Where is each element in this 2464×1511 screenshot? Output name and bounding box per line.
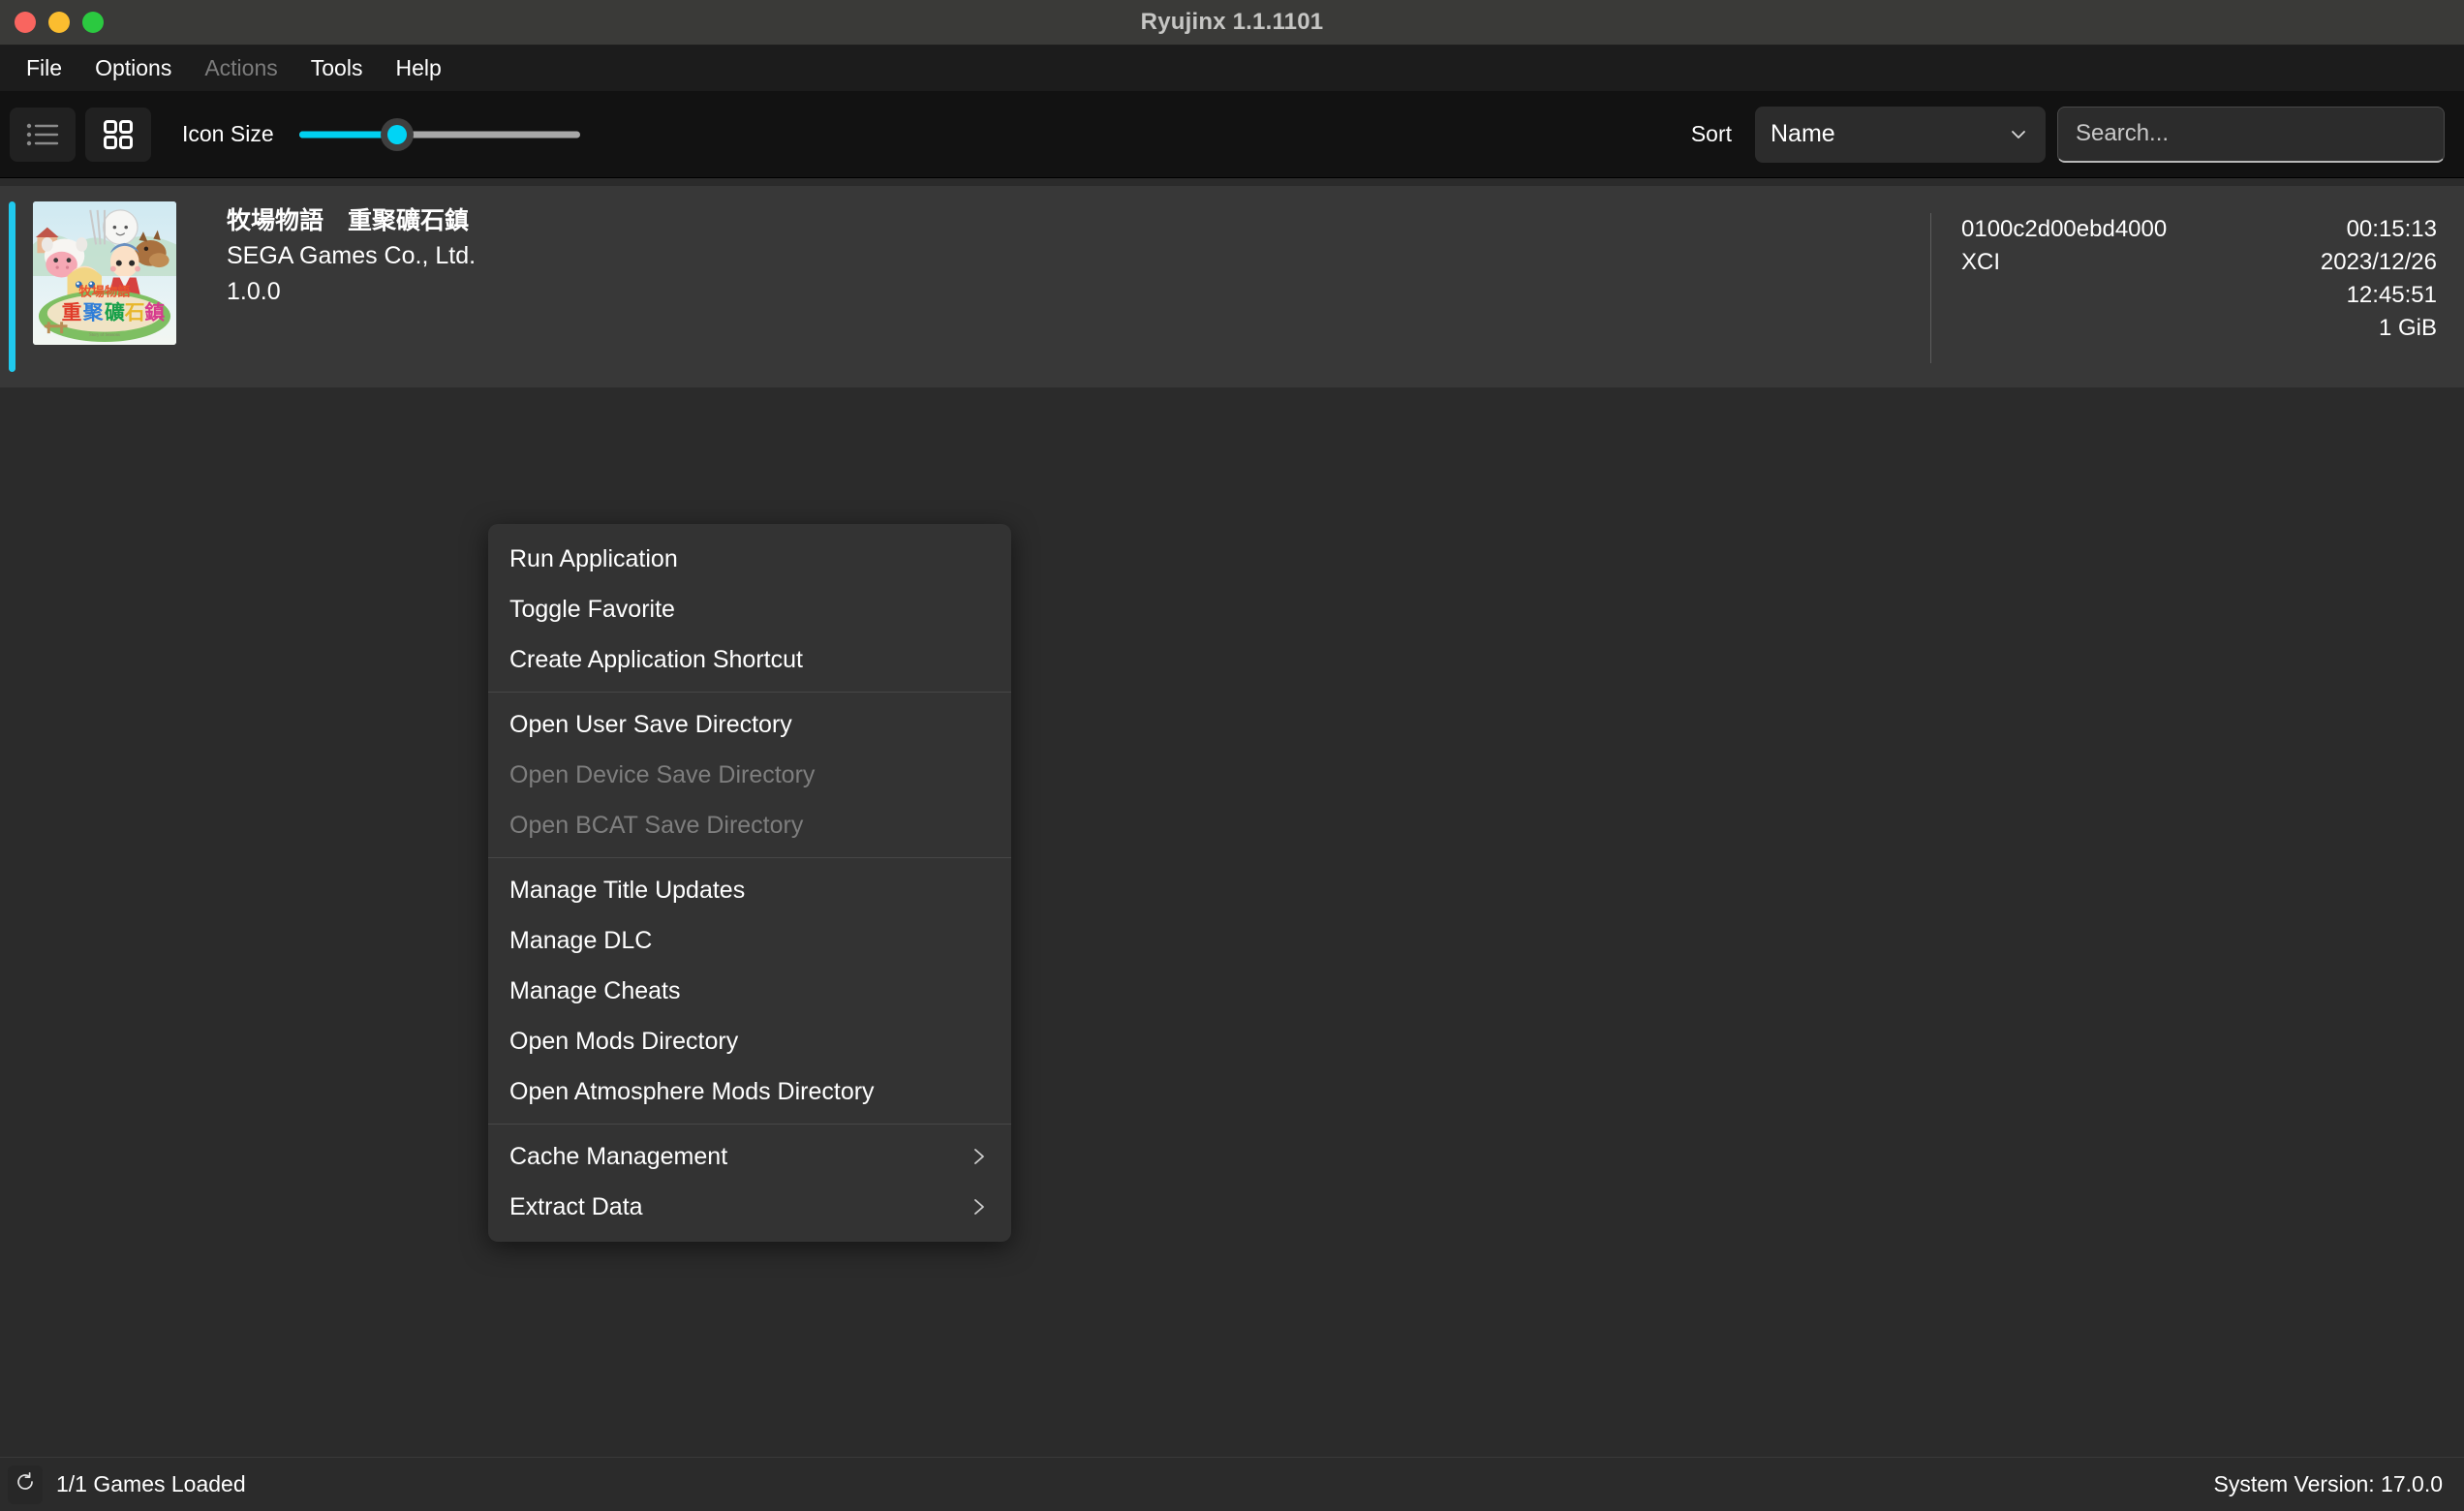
menu-item-label: Open Mods Directory — [509, 1028, 738, 1056]
title-bar: Ryujinx 1.1.1101 — [0, 0, 2464, 46]
close-button[interactable] — [15, 12, 36, 33]
menu-item-run-application[interactable]: Run Application — [488, 534, 1011, 584]
context-menu-group-2: Open User Save Directory Open Device Sav… — [488, 695, 1011, 854]
svg-text:Story of Seasons: Story of Seasons — [89, 333, 120, 338]
menu-item-open-mods-directory[interactable]: Open Mods Directory — [488, 1016, 1011, 1066]
grid-view-icon — [104, 120, 133, 149]
svg-text:牧場物語: 牧場物語 — [78, 284, 131, 299]
game-title-id: 0100c2d00ebd4000 — [1961, 213, 2167, 246]
menu-item-label: Create Application Shortcut — [509, 646, 803, 674]
menu-file[interactable]: File — [10, 49, 78, 87]
game-time-played: 00:15:13 — [2347, 213, 2437, 246]
sort-label: Sort — [1691, 121, 1732, 147]
table-row[interactable]: 牧場物語 重 聚 礦 石 鎮 Story of Seasons 牧場物語 重聚礦… — [0, 186, 2464, 387]
game-list: 牧場物語 重 聚 礦 石 鎮 Story of Seasons 牧場物語 重聚礦… — [0, 178, 2464, 1457]
menu-bar: File Options Actions Tools Help — [0, 46, 2464, 91]
window-title: Ryujinx 1.1.1101 — [0, 0, 2464, 45]
game-last-played-date: 2023/12/26 — [2321, 246, 2437, 279]
refresh-button[interactable] — [8, 1465, 43, 1504]
games-loaded-label: 1/1 Games Loaded — [56, 1471, 246, 1497]
menu-item-create-application-shortcut[interactable]: Create Application Shortcut — [488, 634, 1011, 685]
app-window: Ryujinx 1.1.1101 File Options Actions To… — [0, 0, 2464, 1511]
menu-item-label: Manage Cheats — [509, 977, 681, 1005]
menu-separator — [488, 857, 1011, 858]
menu-item-label: Manage DLC — [509, 927, 652, 955]
chevron-down-icon — [2009, 125, 2028, 144]
menu-item-manage-title-updates[interactable]: Manage Title Updates — [488, 865, 1011, 915]
svg-text:石: 石 — [124, 302, 145, 324]
menu-item-manage-dlc[interactable]: Manage DLC — [488, 915, 1011, 966]
chevron-right-icon — [969, 1146, 990, 1167]
menu-item-open-device-save-directory: Open Device Save Directory — [488, 750, 1011, 800]
menu-item-label: Manage Title Updates — [509, 877, 745, 905]
menu-help[interactable]: Help — [379, 49, 457, 87]
menu-item-label: Open User Save Directory — [509, 711, 792, 739]
menu-item-label: Extract Data — [509, 1193, 643, 1221]
toolbar: Icon Size Sort Name — [0, 91, 2464, 178]
menu-item-label: Cache Management — [509, 1143, 727, 1171]
svg-text:聚: 聚 — [82, 301, 104, 324]
svg-text:鎮: 鎮 — [144, 300, 165, 324]
svg-text:重: 重 — [62, 301, 82, 324]
list-view-button[interactable] — [10, 108, 76, 162]
icon-size-slider[interactable] — [299, 115, 580, 154]
menu-item-label: Run Application — [509, 545, 678, 573]
game-file-ext: XCI — [1961, 246, 2167, 279]
list-view-icon — [26, 122, 59, 147]
menu-item-open-atmosphere-mods-directory[interactable]: Open Atmosphere Mods Directory — [488, 1066, 1011, 1117]
row-divider — [1930, 213, 1931, 363]
game-ids: 0100c2d00ebd4000 XCI — [1961, 213, 2167, 279]
grid-view-button[interactable] — [85, 108, 151, 162]
menu-item-label: Open Atmosphere Mods Directory — [509, 1078, 875, 1106]
context-menu: Run Application Toggle Favorite Create A… — [488, 524, 1011, 1242]
window-controls — [0, 12, 104, 33]
menu-item-open-bcat-save-directory: Open BCAT Save Directory — [488, 800, 1011, 850]
menu-tools[interactable]: Tools — [294, 49, 380, 87]
menu-item-toggle-favorite[interactable]: Toggle Favorite — [488, 584, 1011, 634]
selection-indicator — [9, 201, 15, 372]
context-menu-group-1: Run Application Toggle Favorite Create A… — [488, 530, 1011, 689]
minimize-button[interactable] — [48, 12, 70, 33]
menu-item-label: Open Device Save Directory — [509, 761, 815, 789]
status-bar: 1/1 Games Loaded System Version: 17.0.0 — [0, 1457, 2464, 1511]
menu-separator — [488, 692, 1011, 693]
menu-item-extract-data[interactable]: Extract Data — [488, 1182, 1011, 1232]
maximize-button[interactable] — [82, 12, 104, 33]
menu-options[interactable]: Options — [78, 49, 188, 87]
context-menu-group-3: Manage Title Updates Manage DLC Manage C… — [488, 861, 1011, 1121]
game-file-size: 1 GiB — [2379, 312, 2437, 345]
menu-item-label: Toggle Favorite — [509, 596, 675, 624]
menu-item-label: Open BCAT Save Directory — [509, 812, 803, 840]
svg-text:礦: 礦 — [105, 300, 125, 324]
search-input[interactable] — [2076, 120, 2426, 147]
context-menu-group-4: Cache Management Extract Data — [488, 1127, 1011, 1236]
menu-actions: Actions — [188, 49, 293, 87]
slider-thumb[interactable] — [381, 118, 414, 151]
menu-item-manage-cheats[interactable]: Manage Cheats — [488, 966, 1011, 1016]
system-version-label: System Version: 17.0.0 — [2213, 1471, 2443, 1497]
menu-item-open-user-save-directory[interactable]: Open User Save Directory — [488, 699, 1011, 750]
menu-item-cache-management[interactable]: Cache Management — [488, 1131, 1011, 1182]
chevron-right-icon — [969, 1196, 990, 1218]
sort-dropdown[interactable]: Name — [1755, 107, 2046, 163]
menu-separator — [488, 1124, 1011, 1125]
game-cover-art: 牧場物語 重 聚 礦 石 鎮 Story of Seasons — [33, 201, 176, 345]
sort-dropdown-value: Name — [1771, 120, 1835, 148]
game-stats: 00:15:13 2023/12/26 12:45:51 1 GiB — [2321, 213, 2437, 345]
refresh-icon — [15, 1471, 36, 1497]
search-box[interactable] — [2057, 107, 2445, 163]
icon-size-label: Icon Size — [182, 121, 274, 147]
game-last-played-time: 12:45:51 — [2347, 279, 2437, 312]
